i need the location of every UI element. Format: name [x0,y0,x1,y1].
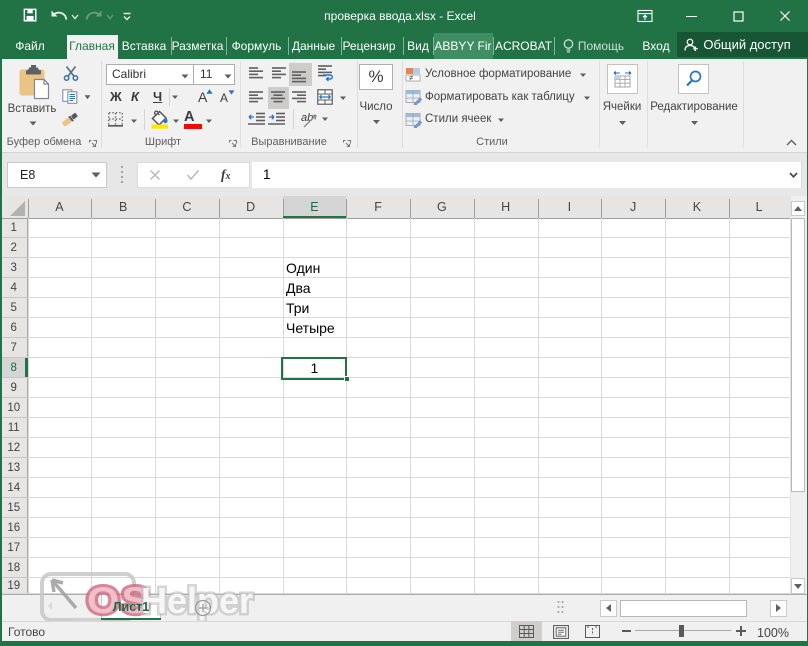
svg-text:≠: ≠ [409,74,414,83]
